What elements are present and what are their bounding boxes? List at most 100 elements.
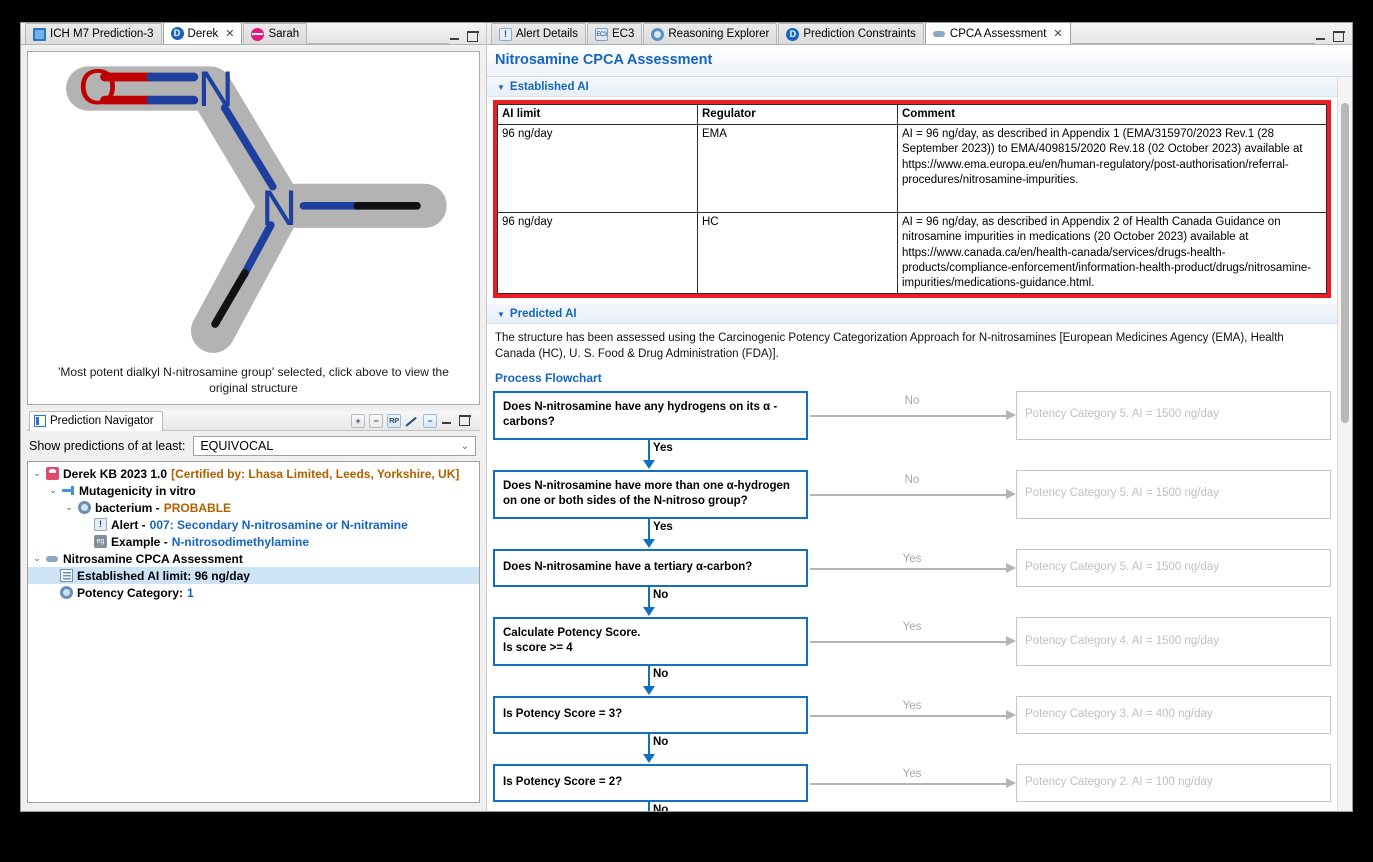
section-title: Predicted AI	[509, 308, 577, 321]
flow-outcome-box[interactable]: Potency Category 5. AI = 1500 ng/day	[1016, 390, 1331, 440]
tree-item-example[interactable]: eg Example - N-nitrosodimethylamine	[28, 533, 479, 550]
alert-icon: !	[94, 518, 107, 531]
maximize-icon[interactable]	[1332, 30, 1345, 42]
tab-cpca-assessment[interactable]: CPCA Assessment ✕	[924, 23, 1071, 44]
tab-bar-filler	[1071, 23, 1315, 44]
flow-branch-connector: Yes	[808, 617, 1016, 666]
minus-filter-button[interactable]: −	[423, 413, 437, 428]
twisty-icon[interactable]: ⌄	[32, 553, 42, 564]
tree-item-potency-category[interactable]: Potency Category: 1	[28, 584, 479, 601]
tree-item-established-ai-limit[interactable]: Established AI limit: 96 ng/day	[28, 567, 479, 584]
tab-bar-filler	[308, 23, 449, 44]
prediction-threshold-select[interactable]: EQUIVOCAL ⌄	[193, 436, 476, 456]
tab-sarah[interactable]: Sarah	[243, 23, 308, 44]
minimize-icon[interactable]	[449, 31, 460, 42]
arrow-right-icon	[1006, 777, 1016, 788]
section-header-established-ai[interactable]: ▼ Established AI	[487, 77, 1337, 97]
tab-derek[interactable]: D Derek ✕	[162, 23, 243, 44]
minimize-icon[interactable]	[441, 415, 452, 426]
tree-item-alert-007[interactable]: ! Alert - 007: Secondary N-nitrosamine o…	[28, 516, 479, 533]
flow-question-box[interactable]: Calculate Potency Score. Is score >= 4	[493, 616, 808, 666]
flow-outcome-box[interactable]: Potency Category 5. AI = 1500 ng/day	[1016, 548, 1331, 587]
flow-question-box[interactable]: Is Potency Score = 3?	[493, 695, 808, 734]
maximize-icon[interactable]	[458, 414, 471, 426]
tab-prediction-constraints[interactable]: D Prediction Constraints	[778, 23, 924, 44]
column-header-comment: Comment	[897, 103, 1327, 126]
flow-outcome-box[interactable]: Potency Category 5. AI = 1500 ng/day	[1016, 469, 1331, 519]
twisty-icon[interactable]: ⌄	[32, 468, 42, 479]
tab-ec3[interactable]: EC3 EC3	[587, 23, 643, 44]
flow-step-3: Does N-nitrosamine have a tertiary α-car…	[493, 548, 1331, 587]
collapse-all-button[interactable]: −	[369, 413, 383, 428]
derek-icon: D	[170, 27, 184, 40]
endpoint-icon	[62, 484, 75, 497]
minimize-icon[interactable]	[1315, 31, 1326, 42]
tree-item-label: Derek KB 2023 1.0	[63, 466, 168, 481]
molecule-canvas[interactable]: O N N	[28, 52, 479, 360]
vertical-scrollbar[interactable]	[1337, 77, 1352, 811]
tab-prediction-navigator[interactable]: Prediction Navigator	[29, 410, 163, 431]
structure-viewer[interactable]: O N N 'Most potent dialkyl N-nitrosamine…	[27, 51, 480, 405]
collapse-triangle-icon[interactable]: ▼	[497, 310, 505, 319]
flow-branch-connector: Yes	[808, 764, 1016, 802]
prediction-constraints-icon: D	[786, 27, 800, 41]
table-row[interactable]: 96 ng/day EMA AI = 96 ng/day, as describ…	[497, 124, 1327, 214]
flow-question-box[interactable]: Does N-nitrosamine have a tertiary α-car…	[493, 548, 808, 587]
connector-line	[648, 439, 650, 462]
connector-line	[810, 415, 1006, 418]
flow-question-box[interactable]: Does N-nitrosamine have any hydrogens on…	[493, 390, 808, 440]
collapse-triangle-icon[interactable]: ▼	[497, 83, 505, 92]
navigator-window-controls	[441, 414, 474, 426]
flow-branch-connector: Yes	[808, 549, 1016, 587]
flow-question-box[interactable]: Is Potency Score = 2?	[493, 763, 808, 802]
tree-item-mutagenicity-in-vitro[interactable]: ⌄ Mutagenicity in vitro	[28, 482, 479, 499]
tab-reasoning-explorer[interactable]: Reasoning Explorer	[643, 23, 778, 44]
tree-item-derek-kb[interactable]: ⌄ Derek KB 2023 1.0 [Certified by: Lhasa…	[28, 465, 479, 482]
twisty-icon[interactable]: ⌄	[64, 502, 74, 513]
tree-item-label: Mutagenicity in vitro	[79, 483, 196, 498]
column-header-ai-limit: AI limit	[497, 103, 698, 126]
flow-down-connector-6: No	[493, 801, 808, 811]
molecule-structure-svg: O N N	[66, 59, 447, 353]
tab-ich-m7-prediction-3[interactable]: ICH M7 Prediction-3	[25, 23, 162, 44]
flow-outcome-box[interactable]: Potency Category 3. AI = 400 ng/day	[1016, 695, 1331, 734]
connector-line	[648, 665, 650, 688]
cpca-assessment-body: ▼ Established AI AI limit Regulator Comm…	[487, 77, 1352, 811]
tree-item-bacterium[interactable]: ⌄ bacterium - PROBABLE	[28, 499, 479, 516]
flow-outcome-box[interactable]: Potency Category 2. AI = 100 ng/day	[1016, 763, 1331, 802]
close-icon[interactable]: ✕	[1053, 27, 1062, 40]
scrollbar-thumb[interactable]	[1341, 103, 1349, 423]
navigator-title-bar: Prediction Navigator + − RP −	[27, 410, 480, 431]
connector-line	[810, 782, 1006, 785]
cell-regulator: EMA	[697, 124, 898, 214]
flow-question-box[interactable]: Does N-nitrosamine have more than one α-…	[493, 469, 808, 519]
tree-item-nitrosamine-cpca-assessment[interactable]: ⌄ Nitrosamine CPCA Assessment	[28, 550, 479, 567]
flow-down-connector-4: No	[493, 665, 808, 696]
cell-ai-limit: 96 ng/day	[497, 212, 698, 295]
tab-alert-details[interactable]: ! Alert Details	[491, 23, 586, 44]
maximize-icon[interactable]	[466, 30, 479, 42]
close-icon[interactable]: ✕	[225, 27, 234, 40]
tree-item-label: Established AI limit: 96 ng/day	[77, 568, 250, 583]
column-header-regulator: Regulator	[697, 103, 898, 126]
prediction-tree[interactable]: ⌄ Derek KB 2023 1.0 [Certified by: Lhasa…	[27, 461, 480, 803]
rp-toggle-button[interactable]: RP	[387, 413, 401, 428]
connector-line	[810, 567, 1006, 570]
tab-label: Reasoning Explorer	[668, 28, 770, 40]
table-row[interactable]: 96 ng/day HC AI = 96 ng/day, as describe…	[497, 212, 1327, 295]
twisty-icon[interactable]: ⌄	[48, 485, 58, 496]
ec3-icon: EC3	[595, 27, 608, 41]
branch-label: No	[904, 394, 920, 407]
prediction-navigator-panel: Prediction Navigator + − RP − Show predi…	[27, 410, 480, 803]
connector-line	[648, 733, 650, 756]
section-header-predicted-ai[interactable]: ▼ Predicted AI	[487, 304, 1337, 325]
cell-regulator: HC	[697, 212, 898, 295]
expand-all-button[interactable]: +	[351, 413, 365, 428]
diagonal-link-button[interactable]	[405, 414, 419, 428]
right-tab-bar: ! Alert Details EC3 EC3 Reasoning Explor…	[487, 23, 1352, 45]
flow-outcome-box[interactable]: Potency Category 4. AI = 1500 ng/day	[1016, 616, 1331, 666]
connector-line	[648, 586, 650, 609]
tab-label: ICH M7 Prediction-3	[50, 28, 154, 40]
down-label: Yes	[653, 520, 673, 533]
filter-label: Show predictions of at least:	[29, 439, 186, 453]
